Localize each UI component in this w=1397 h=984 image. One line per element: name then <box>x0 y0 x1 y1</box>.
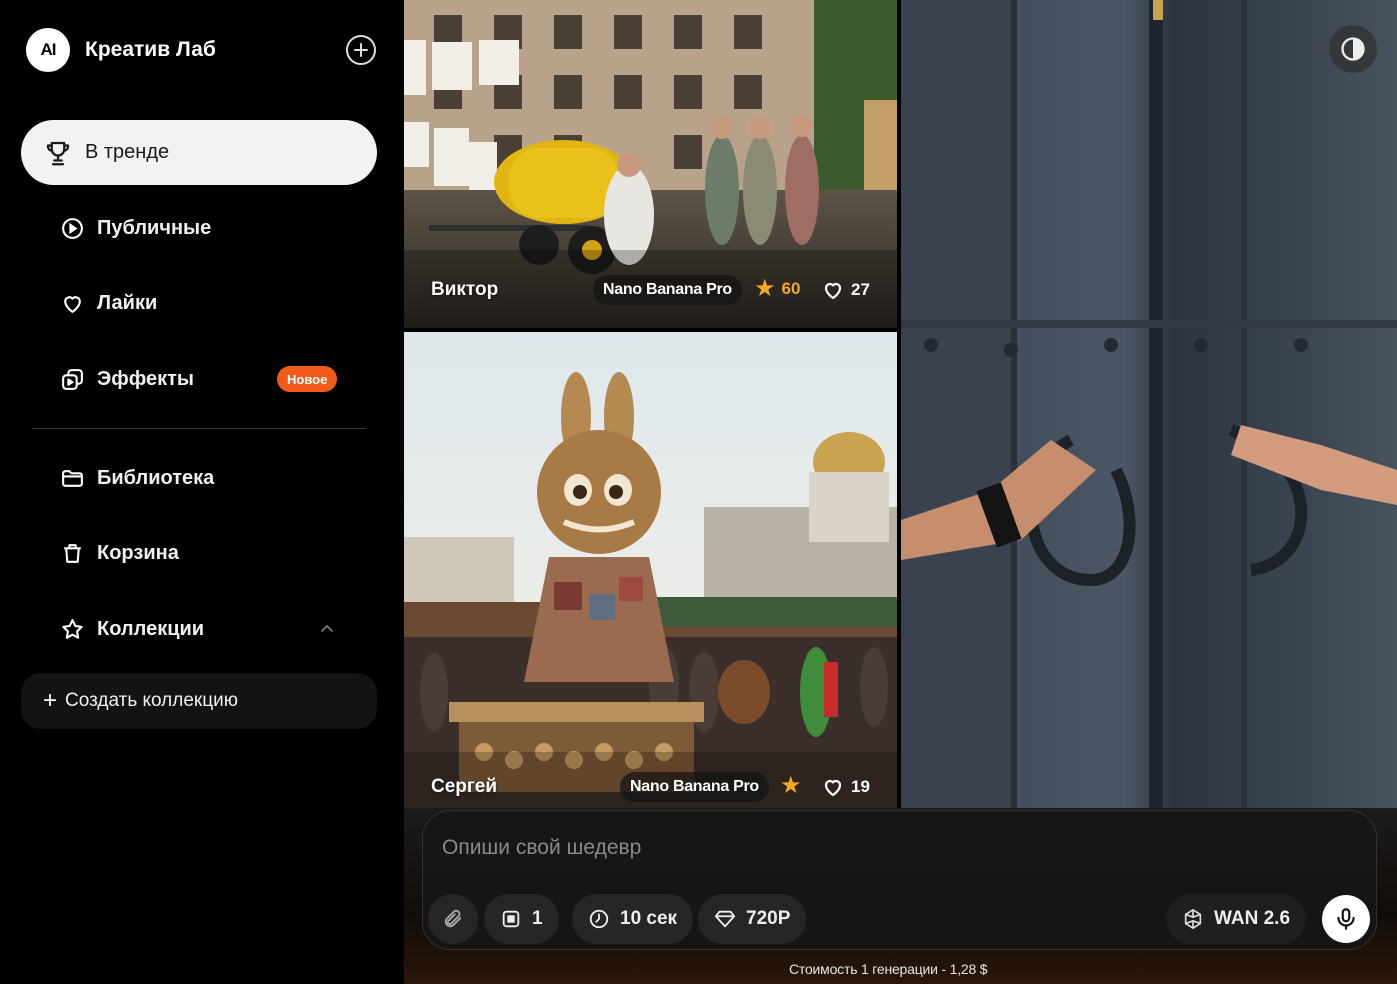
nav-item-library[interactable]: Библиотека <box>60 463 214 493</box>
quality-selector[interactable]: 720P <box>698 894 807 944</box>
chevron-up-icon[interactable] <box>318 620 336 638</box>
paperclip-icon <box>444 909 462 928</box>
divider <box>32 428 366 429</box>
sidebar: AI Креатив Лаб В тренде Публичные Лайки … <box>0 0 404 984</box>
attach-button[interactable] <box>428 894 478 944</box>
stars-counter[interactable]: ★ <box>780 774 802 798</box>
duration-selector[interactable]: 10 сек <box>572 894 694 944</box>
nav-item-effects[interactable]: Эффекты <box>60 364 194 394</box>
folder-icon <box>62 469 83 487</box>
stars-counter[interactable]: ★ 60 <box>754 277 800 301</box>
nav-item-trash[interactable]: Корзина <box>60 538 179 568</box>
create-collection-button[interactable]: + Создать коллекцию <box>21 673 377 729</box>
theme-toggle-button[interactable] <box>1329 25 1377 73</box>
nav-label: Библиотека <box>97 466 215 489</box>
gallery-card[interactable]: Сергей Nano Banana Pro ★ 19 <box>404 332 897 822</box>
new-item-button[interactable] <box>346 35 376 65</box>
app-name: Креатив Лаб <box>85 38 216 61</box>
generation-cost: Стоимость 1 генерации - 1,28 $ <box>789 961 988 977</box>
generated-image <box>404 332 897 822</box>
nav-label: Лайки <box>97 291 158 314</box>
star-icon: ★ <box>754 275 776 302</box>
prompt-input[interactable] <box>442 834 1142 862</box>
duration-value: 10 сек <box>620 908 678 929</box>
nav-label: Коллекции <box>97 617 205 640</box>
star-icon <box>62 618 83 639</box>
nav-label: Эффекты <box>97 367 194 390</box>
trophy-icon <box>46 141 70 165</box>
brand[interactable]: AI Креатив Лаб <box>26 28 216 72</box>
stars-count: 60 <box>781 279 801 298</box>
gallery-card[interactable]: Виктор Nano Banana Pro ★ 60 27 <box>404 0 897 328</box>
plus-circle-icon <box>354 43 368 57</box>
nav-label: В тренде <box>85 141 170 163</box>
model-badge: Nano Banana Pro <box>593 275 742 305</box>
heart-icon <box>64 295 81 313</box>
model-badge: Nano Banana Pro <box>620 772 769 802</box>
heart-icon <box>824 282 842 300</box>
frame-icon <box>502 910 520 928</box>
nav-item-public[interactable]: Публичные <box>60 213 211 243</box>
model-value: WAN 2.6 <box>1214 908 1291 929</box>
new-badge: Новое <box>277 366 338 392</box>
author-name[interactable]: Сергей <box>431 776 497 798</box>
generated-video-frame <box>901 0 1397 808</box>
nav-label: Публичные <box>97 216 212 239</box>
model-selector[interactable]: WAN 2.6 <box>1166 894 1307 944</box>
nav-item-likes[interactable]: Лайки <box>60 288 157 318</box>
app-logo: AI <box>26 28 70 72</box>
nav-item-collections[interactable]: Коллекции <box>60 614 204 644</box>
quality-value: 720P <box>746 908 791 929</box>
nav-item-trending[interactable]: В тренде <box>21 120 377 185</box>
author-name[interactable]: Виктор <box>431 279 498 301</box>
effects-icon <box>62 368 83 390</box>
count-selector[interactable]: 1 <box>484 894 559 944</box>
clock-icon <box>589 909 609 929</box>
gallery-card[interactable] <box>901 0 1397 808</box>
star-icon: ★ <box>780 772 802 799</box>
create-collection-label: Создать коллекцию <box>65 690 238 711</box>
likes-count: 27 <box>851 280 870 299</box>
likes-counter[interactable]: 19 <box>821 775 870 799</box>
likes-counter[interactable]: 27 <box>821 278 870 302</box>
play-circle-icon <box>62 217 83 239</box>
plus-icon: + <box>43 687 58 714</box>
voice-input-button[interactable] <box>1322 895 1370 943</box>
model-logo-icon <box>1184 909 1202 929</box>
heart-icon <box>824 779 842 797</box>
diamond-icon <box>714 910 736 928</box>
count-value: 1 <box>532 908 543 929</box>
trash-icon <box>64 543 81 563</box>
nav-label: Корзина <box>97 541 179 564</box>
contrast-icon <box>1341 37 1365 61</box>
microphone-icon <box>1337 908 1355 930</box>
likes-count: 19 <box>851 777 870 796</box>
